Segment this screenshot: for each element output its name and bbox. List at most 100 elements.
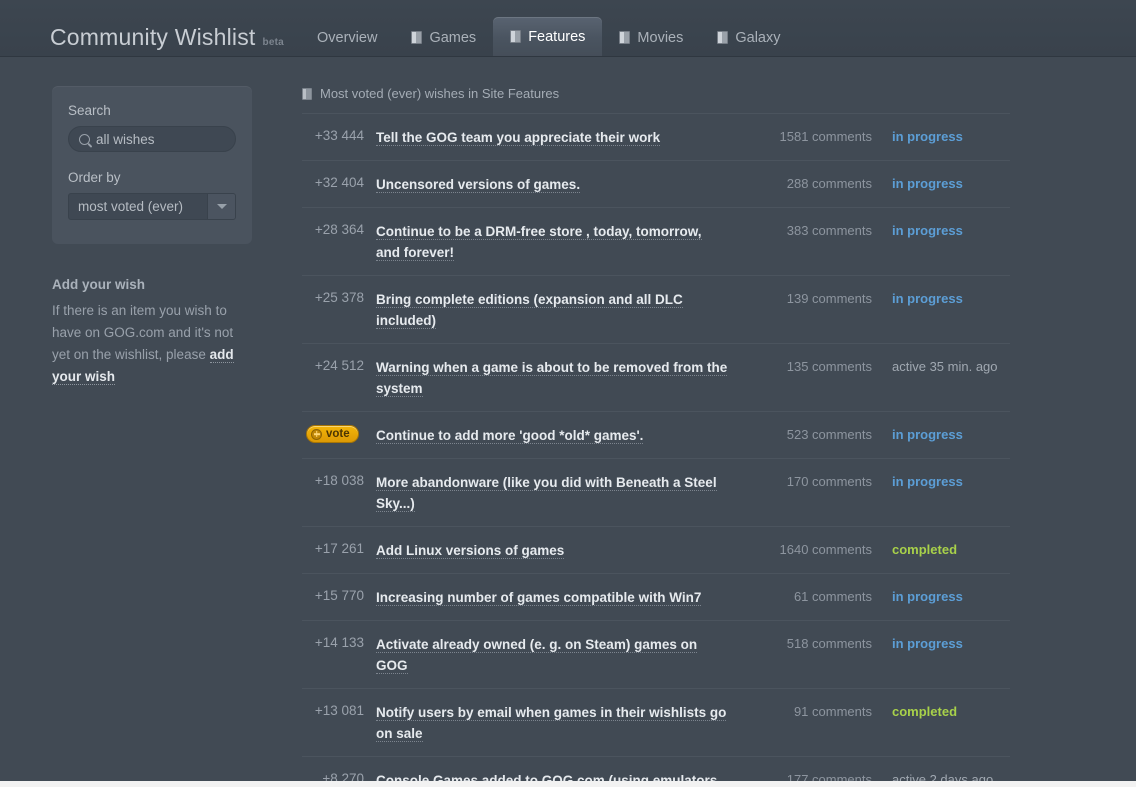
add-your-wish-text: If there is an item you wish to have on …: [52, 300, 252, 388]
order-by-value: most voted (ever): [78, 199, 184, 214]
status-badge[interactable]: in progress: [872, 289, 1008, 306]
wish-row: +25 378 Bring complete editions (expansio…: [302, 275, 1010, 343]
order-by-label: Order by: [68, 170, 121, 185]
filter-panel: Search Order by most voted (ever): [52, 86, 252, 244]
status-badge[interactable]: in progress: [872, 174, 1008, 191]
list-header: Most voted (ever) wishes in Site Feature…: [302, 86, 1010, 113]
page-title: Community Wishlist: [50, 24, 256, 50]
tab-overview[interactable]: Overview: [300, 19, 394, 56]
chevron-down-icon[interactable]: [207, 194, 235, 219]
vote-count: +32 404: [314, 175, 364, 190]
wish-title: Continue to be a DRM-free store , today,…: [364, 221, 744, 263]
search-label: Search: [68, 103, 111, 118]
comment-count: 1581 comments: [779, 129, 873, 144]
wish-title-link[interactable]: Warning when a game is about to be remov…: [376, 360, 728, 397]
order-by-select[interactable]: most voted (ever): [68, 193, 236, 220]
plus-circle-icon: [311, 428, 322, 440]
vote-count: +15 770: [314, 588, 364, 603]
wish-title-link[interactable]: Activate already owned (e. g. on Steam) …: [376, 637, 698, 674]
wish-title-link[interactable]: Increasing number of games compatible wi…: [376, 590, 702, 606]
page-icon: [510, 30, 522, 43]
wish-row: +18 038 More abandonware (like you did wi…: [302, 458, 1010, 526]
bottom-strip: [0, 781, 1136, 787]
status-badge[interactable]: in progress: [872, 127, 1008, 144]
comment-count: 139 comments: [786, 291, 872, 306]
wish-title: Add Linux versions of games: [364, 540, 744, 561]
status-badge: active 35 min. ago: [892, 359, 998, 374]
wish-list-panel: Most voted (ever) wishes in Site Feature…: [302, 86, 1010, 787]
wish-title: Bring complete editions (expansion and a…: [364, 289, 744, 331]
comment-count: 383 comments: [786, 223, 872, 238]
tab-label: Movies: [637, 29, 684, 46]
status-badge[interactable]: in progress: [872, 425, 1008, 442]
wish-title: Warning when a game is about to be remov…: [364, 357, 744, 399]
brand: Community Wishlist beta: [50, 24, 284, 51]
wish-row: +14 133 Activate already owned (e. g. on …: [302, 620, 1010, 688]
main-tabs: Overview Games Features Movies Galaxy: [300, 0, 798, 56]
wish-title-link[interactable]: Notify users by email when games in thei…: [376, 705, 727, 742]
comment-count: 91 comments: [793, 704, 872, 719]
vote-count: +18 038: [314, 473, 364, 488]
wish-row: +17 261 Add Linux versions of games 1640 c…: [302, 526, 1010, 573]
search-input[interactable]: [96, 131, 241, 147]
tab-galaxy[interactable]: Galaxy: [700, 19, 797, 56]
tab-movies[interactable]: Movies: [602, 19, 700, 56]
wish-row: +13 081 Notify users by email when games …: [302, 688, 1010, 756]
comment-count: 170 comments: [786, 474, 872, 489]
vote-button-cell: vote: [302, 425, 364, 443]
top-bar: Community Wishlist beta Overview Games Fea…: [0, 0, 1136, 57]
wish-title: Continue to add more 'good *old* games'.: [364, 425, 744, 446]
vote-count: +14 133: [314, 635, 364, 650]
wish-title-link[interactable]: Add Linux versions of games: [376, 543, 565, 559]
wish-title: More abandonware (like you did with Bene…: [364, 472, 744, 514]
add-your-wish-sentence: If there is an item you wish to have on …: [52, 303, 234, 362]
tab-label: Overview: [317, 29, 378, 46]
status-badge[interactable]: completed: [872, 540, 1008, 557]
wish-title-link[interactable]: Continue to add more 'good *old* games'.: [376, 428, 644, 444]
wish-title: Tell the GOG team you appreciate their w…: [364, 127, 744, 148]
wish-title: Activate already owned (e. g. on Steam) …: [364, 634, 744, 676]
vote-button[interactable]: vote: [306, 425, 359, 443]
status-badge[interactable]: in progress: [872, 221, 1008, 238]
wish-title-link[interactable]: Uncensored versions of games.: [376, 177, 581, 193]
wish-title-link[interactable]: Tell the GOG team you appreciate their w…: [376, 130, 661, 146]
add-your-wish-block: Add your wish If there is an item you wi…: [52, 277, 252, 388]
status-badge[interactable]: in progress: [872, 634, 1008, 651]
wish-title: Increasing number of games compatible wi…: [364, 587, 744, 608]
vote-count: +33 444: [314, 128, 364, 143]
tab-label: Features: [528, 28, 586, 45]
tab-games[interactable]: Games: [394, 19, 493, 56]
status-badge[interactable]: in progress: [872, 472, 1008, 489]
wish-row: +28 364 Continue to be a DRM-free store ,…: [302, 207, 1010, 275]
comment-count: 288 comments: [786, 176, 872, 191]
add-your-wish-title: Add your wish: [52, 277, 146, 292]
comment-count: 1640 comments: [779, 542, 873, 557]
list-header-label: Most voted (ever) wishes in Site Feature…: [320, 86, 560, 101]
search-icon: [79, 133, 90, 145]
status-badge[interactable]: completed: [872, 702, 1008, 719]
wish-title-link[interactable]: More abandonware (like you did with Bene…: [376, 475, 717, 512]
wish-row: +15 770 Increasing number of games compat…: [302, 573, 1010, 620]
status-badge[interactable]: in progress: [872, 587, 1008, 604]
page-icon: [717, 31, 729, 44]
wish-row: +33 444 Tell the GOG team you appreciate …: [302, 113, 1010, 160]
wish-row: +24 512 Warning when a game is about to b…: [302, 343, 1010, 411]
vote-count: +28 364: [314, 222, 364, 237]
wish-title: Notify users by email when games in thei…: [364, 702, 744, 744]
vote-count: +17 261: [314, 541, 364, 556]
page-body: Search Order by most voted (ever) Add yo…: [0, 57, 1136, 787]
vote-count: +25 378: [314, 290, 364, 305]
vote-count: +13 081: [314, 703, 364, 718]
comment-count: 518 comments: [786, 636, 872, 651]
list-icon: [302, 87, 312, 100]
tab-features[interactable]: Features: [493, 17, 603, 56]
beta-badge: beta: [262, 37, 284, 48]
search-field[interactable]: [68, 126, 241, 152]
wish-title-link[interactable]: Bring complete editions (expansion and a…: [376, 292, 683, 329]
sidebar: Search Order by most voted (ever) Add yo…: [52, 86, 252, 388]
wish-title-link[interactable]: Continue to be a DRM-free store , today,…: [376, 224, 702, 261]
comment-count: 61 comments: [793, 589, 872, 604]
page-icon: [411, 31, 423, 44]
wish-title: Uncensored versions of games.: [364, 174, 744, 195]
tab-label: Games: [429, 29, 477, 46]
